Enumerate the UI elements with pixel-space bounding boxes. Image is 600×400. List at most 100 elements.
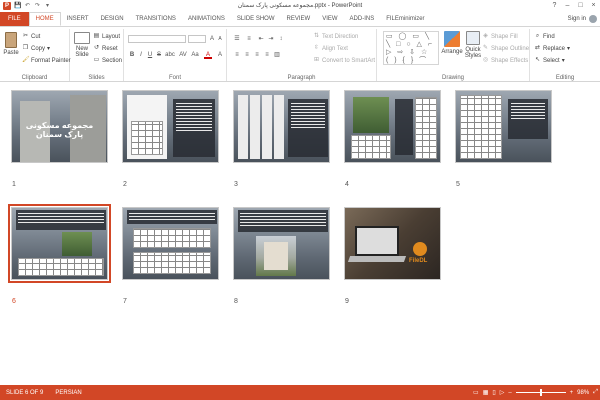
cut-button[interactable]: ✂ Cut <box>22 33 40 40</box>
shrink-font-button[interactable]: A <box>216 35 224 43</box>
underline-button[interactable]: U <box>146 51 154 59</box>
change-case-button[interactable]: Aa <box>190 51 200 59</box>
slide-count-status[interactable]: SLIDE 6 OF 9 <box>0 390 49 396</box>
font-group: A A B I U S abc AV Aa A A Font <box>124 29 227 81</box>
zoom-level[interactable]: 98% <box>577 390 589 396</box>
shape-fill-button[interactable]: ◈ Shape Fill <box>482 33 518 40</box>
arrange-button[interactable]: Arrange <box>441 31 463 55</box>
normal-view-icon[interactable]: ▭ <box>473 389 479 396</box>
language-status[interactable]: PERSIAN <box>49 390 87 396</box>
maximize-button[interactable]: □ <box>576 1 585 10</box>
paste-label: Paste <box>3 50 19 56</box>
section-icon: ▭ <box>93 57 100 63</box>
replace-icon: ⇄ <box>534 45 541 51</box>
help-button[interactable]: ? <box>550 1 559 10</box>
align-text-button[interactable]: ⇳ Align Text <box>313 45 348 52</box>
strikethrough-button[interactable]: S <box>155 51 163 59</box>
reset-button[interactable]: ↺ Reset <box>93 45 118 52</box>
tab-file[interactable]: FILE <box>0 12 29 26</box>
find-button[interactable]: ⌕ Find <box>534 33 555 40</box>
shapes-gallery[interactable]: ▭ ◯ ▭ ╲ ╲ □ ○ △ ⌐ ▷ ⇨ ⇩ ☆ ( ) { } ⌒ <box>383 31 439 65</box>
tab-review[interactable]: REVIEW <box>281 12 317 26</box>
replace-button[interactable]: ⇄ Replace ▾ <box>534 45 570 52</box>
tab-insert[interactable]: INSERT <box>61 12 95 26</box>
close-button[interactable]: × <box>589 1 598 10</box>
slide-number: 1 <box>12 181 16 188</box>
font-size-combo[interactable] <box>188 35 206 43</box>
select-button[interactable]: ↖ Select ▾ <box>534 57 565 64</box>
bullets-icon[interactable]: ☰ <box>233 35 241 43</box>
slide-thumbnail-6[interactable] <box>8 204 111 283</box>
quick-styles-button[interactable]: Quick Styles <box>463 31 483 59</box>
shadow-button[interactable]: abc <box>164 51 176 59</box>
clear-formatting-button[interactable]: A <box>216 51 224 59</box>
tab-view[interactable]: VIEW <box>316 12 343 26</box>
slide-thumbnail-5[interactable] <box>455 90 552 163</box>
shape-effects-button[interactable]: ◎ Shape Effects <box>482 57 528 64</box>
increase-indent-icon[interactable]: ⇥ <box>267 35 275 43</box>
zoom-slider-thumb[interactable] <box>539 389 542 396</box>
paint-bucket-icon: ◈ <box>483 33 488 39</box>
slide-thumbnail-2[interactable] <box>122 90 219 163</box>
align-center-icon[interactable]: ≡ <box>243 51 251 59</box>
font-name-combo[interactable] <box>128 35 186 43</box>
justify-icon[interactable]: ≡ <box>263 51 271 59</box>
floor-plan <box>131 121 163 155</box>
status-right: ▭ ▦ ▯ ▷ – + 98% ⤢ <box>473 385 598 400</box>
fit-to-window-icon[interactable]: ⤢ <box>593 389 598 396</box>
chevron-down-icon: ▾ <box>567 46 571 52</box>
logo-text: FileDL <box>409 258 428 264</box>
brush-icon: 🖌 <box>22 57 30 63</box>
font-group-label: Font <box>168 75 181 81</box>
ribbon-tabs: FILE HOME INSERT DESIGN TRANSITIONS ANIM… <box>0 12 600 26</box>
slide-number: 4 <box>345 181 349 188</box>
char-spacing-button[interactable]: AV <box>178 51 188 59</box>
text-direction-button[interactable]: ⇅ Text Direction <box>313 33 358 40</box>
slide-show-icon[interactable]: ▷ <box>500 389 505 396</box>
align-left-icon[interactable]: ≡ <box>233 51 241 59</box>
user-avatar-icon[interactable] <box>589 15 597 23</box>
text-lines <box>291 103 325 130</box>
slide-thumbnail-7[interactable] <box>122 207 219 280</box>
bold-button[interactable]: B <box>128 51 136 59</box>
slide-thumbnail-8[interactable] <box>233 207 330 280</box>
section-button[interactable]: ▭ Section <box>93 57 122 64</box>
tab-transitions[interactable]: TRANSITIONS <box>130 12 182 26</box>
slide-thumbnail-1[interactable]: مجموعه مسکونی پارک سمنان <box>11 90 108 163</box>
minimize-button[interactable]: – <box>563 1 572 10</box>
reading-view-icon[interactable]: ▯ <box>492 389 495 396</box>
format-painter-button[interactable]: 🖌 Format Painter <box>22 57 71 64</box>
slide-thumbnail-4[interactable] <box>344 90 441 163</box>
paste-button[interactable]: Paste <box>3 32 19 56</box>
grow-font-button[interactable]: A <box>208 35 216 43</box>
decrease-indent-icon[interactable]: ⇤ <box>257 35 265 43</box>
tab-fileminimizer[interactable]: FILEminimizer <box>380 12 430 26</box>
tab-add-ins[interactable]: ADD-INS <box>344 12 381 26</box>
columns-icon[interactable]: ▥ <box>273 51 281 59</box>
text-lines <box>176 103 212 133</box>
font-color-button[interactable]: A <box>204 51 212 59</box>
sign-in-link[interactable]: Sign in <box>568 12 586 26</box>
tab-animations[interactable]: ANIMATIONS <box>182 12 231 26</box>
elevation-drawing <box>133 228 211 248</box>
copy-button[interactable]: ❐ Copy ▾ <box>22 45 50 52</box>
line-spacing-icon[interactable]: ↕ <box>277 35 285 43</box>
tab-home[interactable]: HOME <box>28 12 61 26</box>
layout-button[interactable]: ▤ Layout <box>93 33 120 40</box>
new-slide-button[interactable]: New Slide <box>72 32 92 58</box>
convert-smartart-button[interactable]: ⊞ Convert to SmartArt <box>313 57 375 64</box>
zoom-slider[interactable] <box>515 389 566 396</box>
tab-design[interactable]: DESIGN <box>95 12 130 26</box>
slide-thumbnail-9[interactable]: FileDL <box>344 207 441 280</box>
italic-button[interactable]: I <box>137 51 145 59</box>
slide-sorter: مجموعه مسکونی پارک سمنان 1 2 3 4 5 6 7 8… <box>0 82 600 385</box>
align-right-icon[interactable]: ≡ <box>253 51 261 59</box>
zoom-in-button[interactable]: + <box>570 390 574 396</box>
slide-sorter-view-icon[interactable]: ▦ <box>483 389 489 396</box>
numbering-icon[interactable]: ≡ <box>245 35 253 43</box>
zoom-out-button[interactable]: – <box>508 390 511 396</box>
layout-label: Layout <box>102 33 121 40</box>
slide-thumbnail-3[interactable] <box>233 90 330 163</box>
tab-slide-show[interactable]: SLIDE SHOW <box>231 12 281 26</box>
shape-outline-button[interactable]: ✎ Shape Outline <box>482 45 529 52</box>
